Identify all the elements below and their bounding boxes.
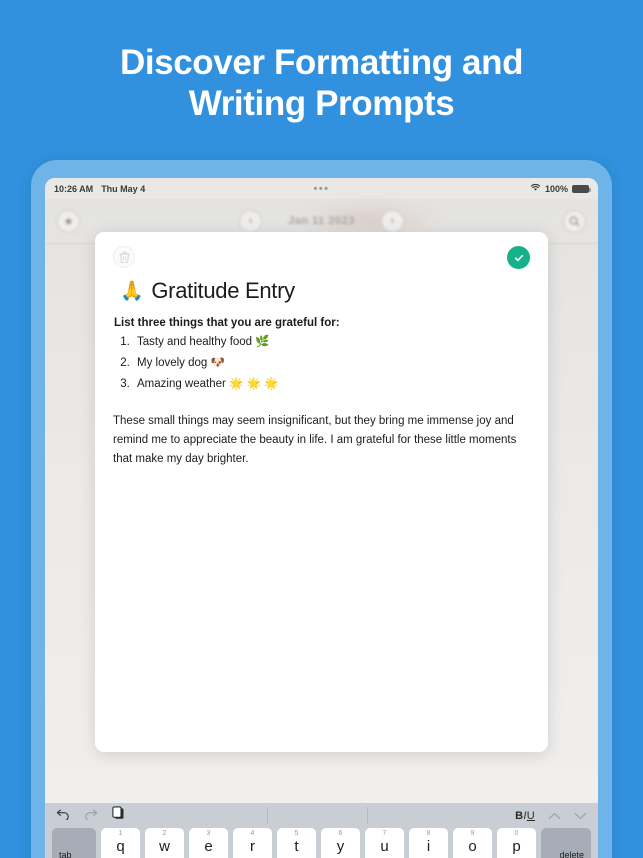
tablet-frame: 10:26 AM Thu May 4 ••• 100% ★ ‹ Jan 11 2… (31, 160, 612, 858)
key-sup: 5 (294, 830, 299, 837)
key-label: o (468, 837, 477, 855)
promo-line-2: Writing Prompts (188, 84, 455, 123)
app-toolbar-center: ‹ Jan 11 2023 › (80, 209, 563, 233)
done-check-button[interactable] (507, 246, 530, 269)
trash-icon[interactable] (113, 246, 135, 268)
keyboard-toolbar: BIU (45, 803, 598, 828)
key-r[interactable]: 4r (233, 828, 272, 858)
search-icon[interactable] (563, 209, 586, 233)
key-label: u (380, 837, 389, 855)
calendar-star-icon[interactable]: ★ (57, 209, 80, 233)
undo-icon[interactable] (56, 807, 70, 825)
key-y[interactable]: 6y (321, 828, 360, 858)
key-label: e (204, 837, 213, 855)
key-sup: 2 (162, 830, 167, 837)
status-bar-right: 100% (530, 183, 591, 194)
list-item[interactable]: My lovely dog 🐶 (133, 356, 530, 370)
app-date-label: Jan 11 2023 (288, 215, 355, 227)
keyboard-toolbar-right: BIU (515, 807, 587, 825)
list-item[interactable]: Amazing weather 🌟 🌟 🌟 (133, 377, 530, 391)
keyboard-row-1: tab 1q 2w 3e 4r 5t 6y 7u 8i 9o 0p delete (45, 828, 598, 858)
status-bar: 10:26 AM Thu May 4 ••• 100% (45, 178, 598, 199)
chevron-left-icon[interactable]: ‹ (239, 209, 263, 233)
promo-headline: Discover Formatting and Writing Prompts (0, 42, 643, 124)
key-label: p (512, 837, 521, 855)
key-o[interactable]: 9o (453, 828, 492, 858)
key-tab[interactable]: tab (52, 828, 96, 858)
note-title-row: 🙏 Gratitude Entry (120, 278, 530, 304)
status-center-dots: ••• (313, 182, 330, 195)
battery-icon (572, 184, 591, 193)
key-sup: 9 (470, 830, 475, 837)
app-background: ★ ‹ Jan 11 2023 › 🙏 Gratitude Entry List… (45, 199, 598, 858)
promo-line-1: Discover Formatting and (119, 43, 524, 82)
gratitude-list: Tasty and healthy food 🌿 My lovely dog 🐶… (133, 335, 530, 391)
key-label: r (250, 837, 255, 855)
key-i[interactable]: 8i (409, 828, 448, 858)
keyboard-toolbar-separator-1 (267, 807, 268, 824)
key-t[interactable]: 5t (277, 828, 316, 858)
key-label: q (116, 837, 125, 855)
note-card-header (113, 246, 530, 272)
note-paragraph[interactable]: These small things may seem insignifican… (113, 412, 530, 469)
tablet-screen: 10:26 AM Thu May 4 ••• 100% ★ ‹ Jan 11 2… (45, 178, 598, 858)
key-sup: 7 (382, 830, 387, 837)
key-p[interactable]: 0p (497, 828, 536, 858)
key-sup: 6 (338, 830, 343, 837)
wifi-icon (530, 183, 541, 194)
key-label: t (294, 837, 299, 855)
key-u[interactable]: 7u (365, 828, 404, 858)
key-sup: 8 (426, 830, 431, 837)
battery-percent: 100% (544, 183, 568, 194)
key-sup: 4 (250, 830, 255, 837)
praying-hands-emoji: 🙏 (120, 281, 144, 302)
key-label: w (159, 837, 170, 855)
key-w[interactable]: 2w (145, 828, 184, 858)
key-sup: 1 (118, 830, 123, 837)
underline-label: U (526, 809, 535, 822)
key-label: i (426, 837, 431, 855)
paste-icon[interactable] (112, 806, 125, 825)
note-prompt: List three things that you are grateful … (114, 317, 340, 329)
onscreen-keyboard: BIU tab 1 q 2 w 3 e 4 r 5 t 6 y 7 u 8 i … (45, 803, 598, 858)
note-title[interactable]: Gratitude Entry (151, 278, 295, 304)
key-e[interactable]: 3e (189, 828, 228, 858)
list-item[interactable]: Tasty and healthy food 🌿 (133, 335, 530, 349)
text-format-button[interactable]: BIU (515, 810, 535, 822)
chevron-down-icon[interactable] (574, 807, 587, 825)
key-delete[interactable]: delete (541, 828, 591, 858)
keyboard-toolbar-separator-2 (367, 807, 368, 824)
key-sup: 3 (206, 830, 211, 837)
chevron-right-icon[interactable]: › (380, 209, 404, 233)
keyboard-toolbar-left (56, 806, 125, 825)
key-label: y (336, 837, 345, 855)
key-q[interactable]: 1q (101, 828, 140, 858)
note-card: 🙏 Gratitude Entry List three things that… (95, 232, 548, 752)
redo-icon[interactable] (84, 807, 98, 825)
key-sup: 0 (514, 830, 519, 837)
chevron-up-icon[interactable] (548, 807, 561, 825)
